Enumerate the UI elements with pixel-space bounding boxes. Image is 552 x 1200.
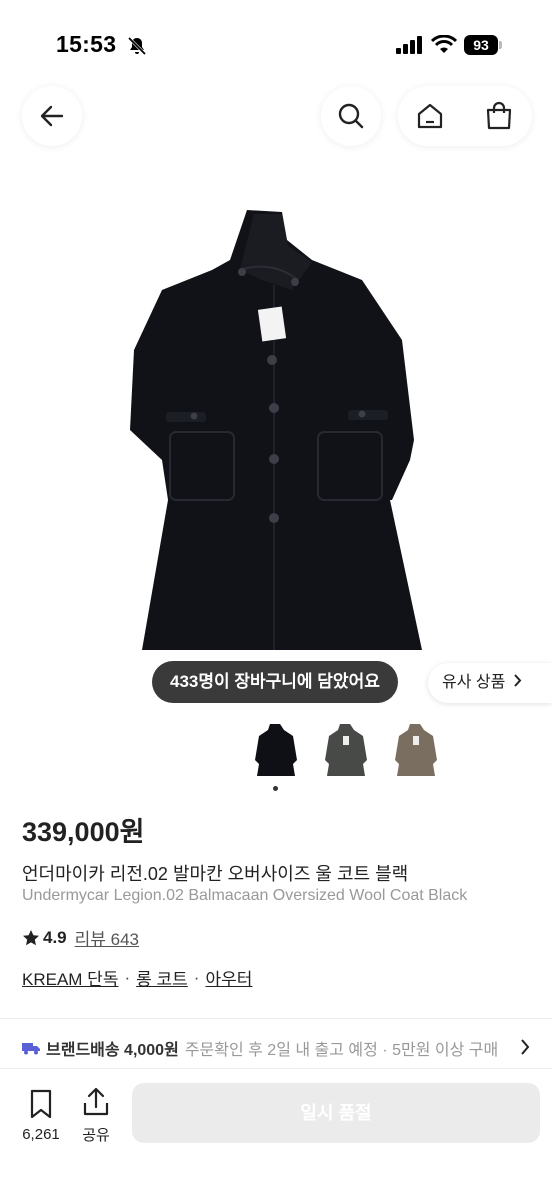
arrow-left-icon — [40, 105, 64, 127]
section-divider — [0, 1018, 552, 1019]
product-price: 339,000원 — [22, 817, 145, 847]
nav-pill — [398, 86, 532, 146]
product-name-ko: 언더마이카 리전.02 발마칸 오버사이즈 울 코트 블랙 — [22, 864, 409, 884]
shipping-info: 주문확인 후 2일 내 출고 예정 · 5만원 이상 구매 — [184, 1042, 499, 1059]
product-name-en: Undermycar Legion.02 Balmacaan Oversized… — [22, 887, 468, 904]
shipping-label: 브랜드배송 4,000원 — [46, 1042, 179, 1059]
search-button[interactable] — [321, 86, 381, 146]
cart-count-toast: 433명이 장바구니에 담았어요 — [152, 661, 398, 703]
bookmark-count: 6,261 — [22, 1126, 60, 1143]
chevron-right-icon — [513, 663, 522, 703]
share-button[interactable]: 공유 — [78, 1087, 114, 1145]
chevron-right-icon — [520, 1038, 530, 1061]
product-image[interactable] — [122, 200, 430, 660]
category-breadcrumb: KREAM 단독 · 롱 코트 · 아우터 — [22, 965, 252, 990]
share-icon — [83, 1087, 109, 1116]
battery-level: 93 — [464, 35, 498, 55]
truck-icon — [22, 1043, 40, 1055]
battery-icon: 93 — [464, 35, 502, 55]
home-icon — [417, 103, 443, 129]
signal-icon — [396, 36, 424, 59]
shopping-bag-icon — [486, 101, 512, 130]
home-button[interactable] — [415, 101, 445, 136]
search-icon — [338, 103, 364, 129]
share-label: 공유 — [82, 1127, 110, 1144]
status-time: 15:53 — [56, 31, 117, 57]
shipping-row[interactable]: 브랜드배송 4,000원 주문확인 후 2일 내 출고 예정 · 5만원 이상 … — [22, 1036, 552, 1060]
star-icon — [23, 929, 39, 945]
category-link-outer[interactable]: 아우터 — [205, 965, 252, 990]
category-link-long-coat[interactable]: 롱 코트 — [136, 965, 188, 990]
bell-muted-icon — [126, 35, 148, 62]
status-bar: 15:53 93 — [0, 0, 552, 90]
similar-products-label: 유사 상품 — [442, 674, 506, 691]
carousel-indicator — [273, 786, 278, 791]
back-button[interactable] — [22, 86, 82, 146]
rating-score: 4.9 — [43, 927, 67, 947]
bookmark-button[interactable]: 6,261 — [18, 1089, 64, 1143]
review-link[interactable]: 리뷰 643 — [75, 925, 139, 950]
thumbnail-brown[interactable] — [393, 720, 439, 778]
category-link-exclusive[interactable]: KREAM 단독 — [22, 965, 118, 990]
sold-out-button[interactable]: 일시 품절 — [132, 1083, 540, 1143]
bag-button[interactable] — [484, 101, 514, 136]
thumbnail-black[interactable] — [253, 720, 299, 778]
similar-products-button[interactable]: 유사 상품 — [428, 663, 552, 703]
category-separator: · — [124, 967, 131, 987]
thumbnail-strip — [253, 720, 443, 780]
rating-row: 4.9 리뷰 643 — [22, 925, 139, 950]
bottom-action-bar: 6,261 공유 일시 품절 — [0, 1068, 552, 1200]
category-separator: · — [193, 967, 200, 987]
thumbnail-charcoal[interactable] — [323, 720, 369, 778]
wifi-icon — [430, 34, 458, 60]
bookmark-icon — [30, 1089, 52, 1119]
